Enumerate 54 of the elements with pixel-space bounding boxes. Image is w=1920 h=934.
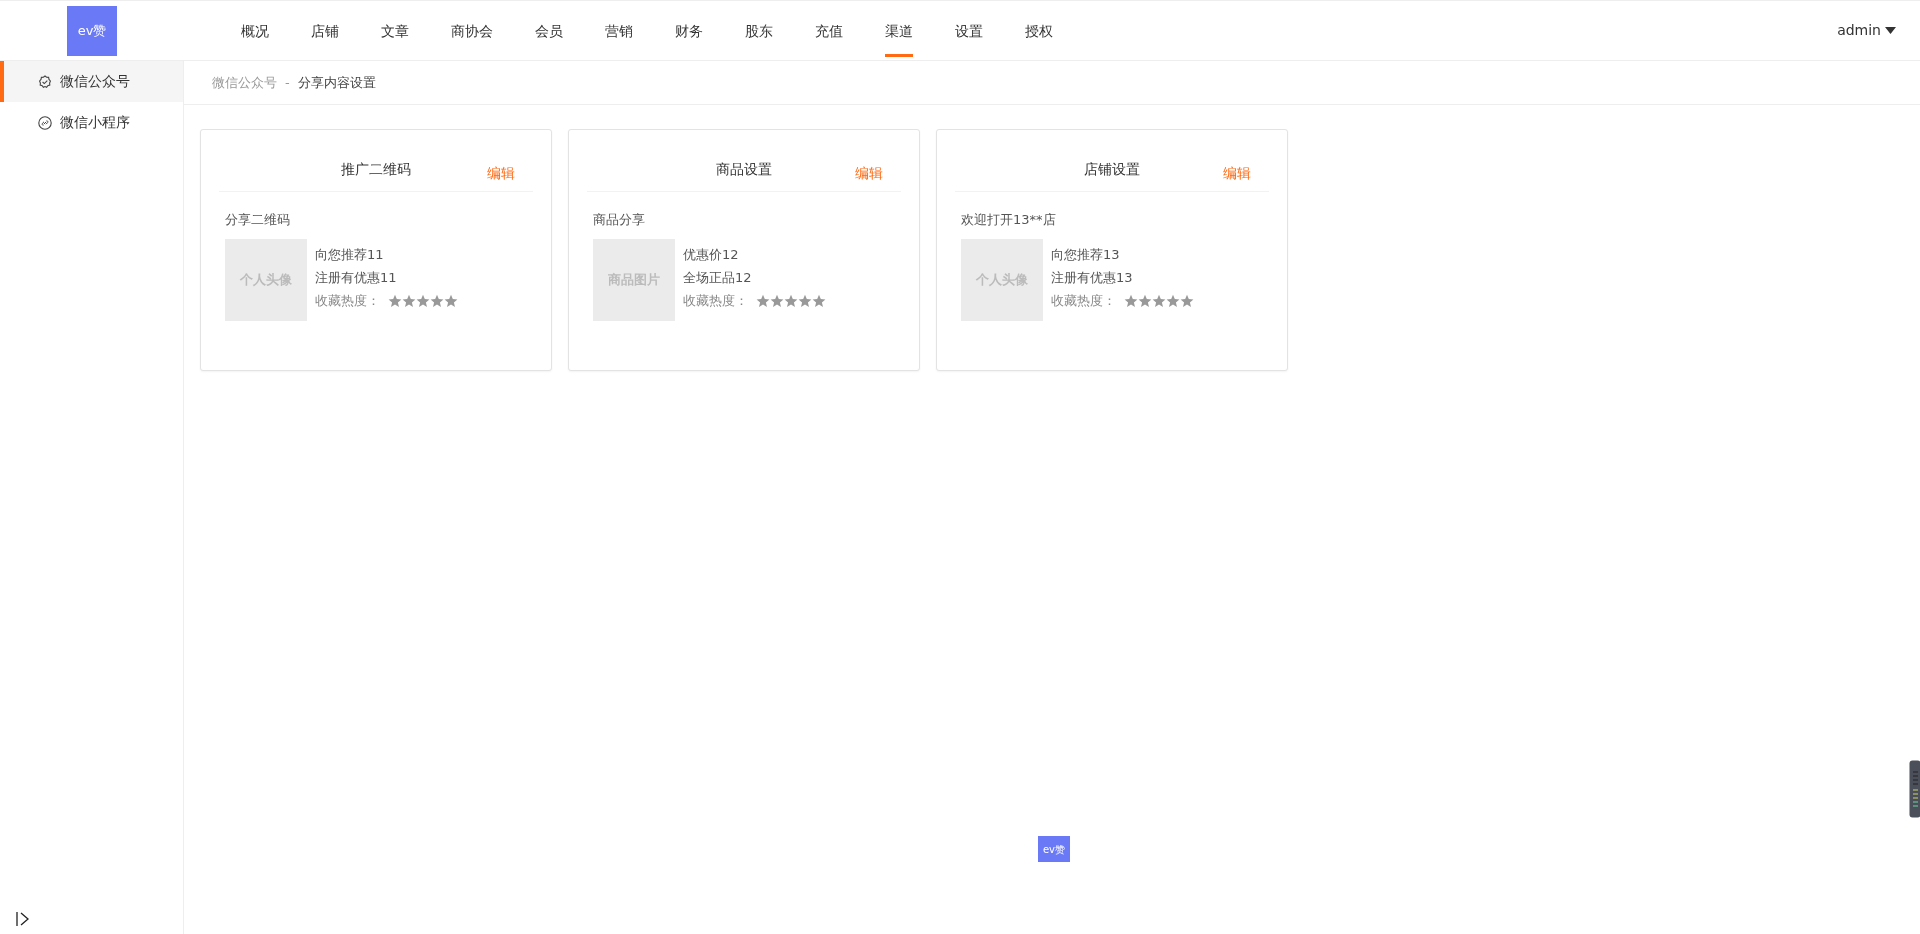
star-icon [430,293,444,308]
nav-tab[interactable]: 渠道 [885,4,913,57]
nav-tab[interactable]: 设置 [955,4,983,57]
nav-tab[interactable]: 营销 [605,4,633,57]
card-title: 店铺设置 [1084,160,1140,179]
share-text: 向您推荐11 [315,246,385,264]
share-subtitle: 分享二维码 [225,211,291,229]
share-text: 注册有优惠13 [1051,269,1134,287]
nav-tab[interactable]: 授权 [1025,4,1053,57]
star-icon [416,293,430,308]
star-icon [756,293,770,308]
star-icon [784,293,798,308]
star-icon [1166,293,1180,308]
share-text: 向您推荐13 [1051,246,1121,264]
star-icon [444,293,458,308]
card-title: 商品设置 [716,160,772,179]
sidebar-item[interactable]: 微信公众号 [0,61,183,102]
share-text: 优惠价12 [683,246,740,264]
share-text: 全场正品12 [683,269,753,287]
star-icon [798,293,812,308]
badge-check-icon [38,74,52,89]
card-title: 推广二维码 [341,160,411,179]
share-subtitle: 欢迎打开13**店 [961,211,1057,229]
rating-label: 收藏热度： [1051,292,1116,310]
share-subtitle: 商品分享 [593,211,646,229]
nav-tab[interactable]: 会员 [535,4,563,57]
nav-tab[interactable]: 概况 [241,4,269,57]
user-menu[interactable]: admin [1837,20,1896,41]
floating-logo: ev赞 [1038,836,1070,862]
rating-label: 收藏热度： [683,292,748,310]
star-icon [1138,293,1152,308]
nav-tab[interactable]: 文章 [381,4,409,57]
star-icon [812,293,826,308]
caret-icon [1885,27,1896,34]
star-icon [388,293,402,308]
nav-tab[interactable]: 股东 [745,4,773,57]
nav-tab[interactable]: 充值 [815,4,843,57]
breadcrumb-separator: - [285,73,290,92]
star-icon [1180,293,1194,308]
link-icon [38,115,52,130]
star-icon [770,293,784,308]
star-icon [1152,293,1166,308]
star-icon [402,293,416,308]
star-icon [1124,293,1138,308]
rating-label: 收藏热度： [315,292,380,310]
share-text: 注册有优惠11 [315,269,398,287]
expand-icon [16,910,30,927]
nav-tab[interactable]: 财务 [675,4,703,57]
side-handle-drawing [1909,760,1920,818]
logo: ev赞 [67,5,117,56]
nav-tab[interactable]: 商协会 [451,4,493,57]
breadcrumb-current: 分享内容设置 [297,73,376,92]
sidebar-item[interactable]: 微信小程序 [0,102,183,143]
nav-tab[interactable]: 店铺 [311,4,339,57]
